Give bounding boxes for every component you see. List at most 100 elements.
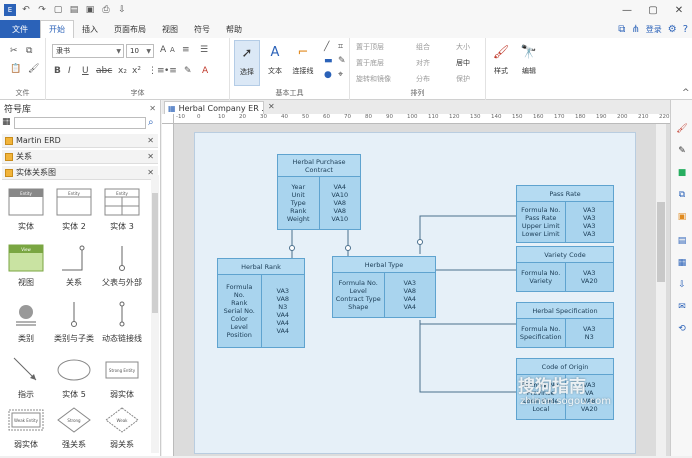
new-icon[interactable]: ▢ [52,4,64,16]
entity-herbal-specification[interactable]: Herbal Specification Formula No. Specific… [516,302,614,348]
undo-icon[interactable]: ↶ [20,4,32,16]
share-icon[interactable]: ⋔ [631,24,639,35]
align-button[interactable]: 对齐 [416,58,430,68]
shape-category[interactable]: 类别 [2,296,50,352]
image-icon[interactable]: ▣ [675,210,689,224]
list-icon[interactable]: ⋮≡ [148,66,165,76]
font-family-select[interactable]: 隶书 ▼ [52,44,124,58]
rectangle-tool-icon[interactable]: ▬ [324,56,333,66]
close-document-icon[interactable]: ✕ [268,102,275,111]
shape-entity-2[interactable]: Entity 实体 2 [50,184,98,240]
shape-entity-3[interactable]: Entity 实体 3 [98,184,146,240]
shape-parent-foreign[interactable]: 父表与外部 [98,240,146,296]
distribute-button[interactable]: 分布 [416,74,430,84]
collapse-ribbon-icon[interactable]: ^ [682,88,690,98]
rotate-mirror-button[interactable]: 旋转和镜像 [356,74,391,84]
protect-button[interactable]: 保护 [456,74,470,84]
fill-icon[interactable]: ■ [675,166,689,180]
highlight-icon[interactable]: ✎ [184,66,192,76]
tab-file[interactable]: 文件 [0,20,40,38]
tab-page-layout[interactable]: 页面布局 [106,20,154,38]
login-link[interactable]: 登录 [646,24,662,35]
line-style-icon[interactable]: ✎ [675,144,689,158]
help-icon[interactable]: ? [683,24,688,35]
size-button[interactable]: 大小 [456,42,470,52]
underline-icon[interactable]: U [82,66,89,76]
document-tab[interactable]: ▦ Herbal Company ER ... [164,101,264,114]
tab-home[interactable]: 开始 [40,20,74,38]
publish-icon[interactable]: ⧉ [618,24,625,35]
pen-tool-icon[interactable]: ✎ [338,56,346,66]
shape-view[interactable]: View 视图 [2,240,50,296]
font-shrink-icon[interactable]: A [170,46,175,54]
minimize-button[interactable]: — [614,0,640,20]
line-tool-icon[interactable]: ╱ [324,42,329,52]
print-icon[interactable]: ⎙ [100,4,112,16]
tab-insert[interactable]: 插入 [74,20,106,38]
entity-herbal-rank[interactable]: Herbal Rank Formula No. Rank Serial No. Colo… [217,258,305,348]
library-menu-icon[interactable]: ▦ [2,117,12,129]
bring-to-front-button[interactable]: 置于顶层 [356,42,384,52]
connector-type-spec[interactable] [419,320,516,325]
cut-icon[interactable]: ✂ [10,46,18,56]
send-to-back-button[interactable]: 置于底层 [356,58,384,68]
shape-entity[interactable]: Entity 实体 [2,184,50,240]
subscript-icon[interactable]: x₂ [118,66,127,76]
library-search-input[interactable] [14,117,146,129]
comment-icon[interactable]: ✉ [675,300,689,314]
tab-view[interactable]: 视图 [154,20,186,38]
copy-icon[interactable]: ⧉ [26,46,32,56]
data-icon[interactable]: ▦ [675,256,689,270]
library-scroll-thumb[interactable] [152,193,158,313]
shape-weak-entity[interactable]: Weak Entity 弱实体 [2,402,50,458]
format-painter-icon[interactable]: 🖌 [28,64,39,74]
crop-tool-icon[interactable]: ⌗ [338,42,343,52]
group-button[interactable]: 组合 [416,42,430,52]
format-painter-icon[interactable]: 🖌 [675,122,689,136]
shape-strong-relation[interactable]: Strong 强关系 [50,402,98,458]
close-window-button[interactable]: ✕ [666,0,692,20]
save-icon[interactable]: ▣ [84,4,96,16]
page-icon[interactable]: ▤ [675,234,689,248]
export-page-icon[interactable]: ⇩ [675,278,689,292]
history-icon[interactable]: ⟲ [675,322,689,336]
select-tool-button[interactable]: ➚ 选择 [234,40,260,86]
style-button[interactable]: 🖌 样式 [488,40,514,86]
strikethrough-icon[interactable]: abc [96,66,112,76]
line-spacing-icon[interactable]: ☰ [200,45,208,55]
entity-variety-code[interactable]: Variety Code Formula No. Variety VA3 VA20 [516,246,614,292]
shape-weak-relation[interactable]: Weak 弱关系 [98,402,146,458]
transform-tool-icon[interactable]: ⌖ [338,70,343,80]
shape-category-subtype[interactable]: 类别与子类 [50,296,98,352]
italic-icon[interactable]: I [68,66,71,76]
canvas-vertical-scrollbar[interactable] [656,124,666,456]
connector-type-passrate[interactable] [419,215,516,254]
close-library-icon[interactable]: ✕ [147,136,154,145]
entity-herbal-purchase-contract[interactable]: Herbal Purchase Contract Year Unit Type Ran… [277,154,361,230]
paste-icon[interactable]: 📋 [10,64,21,74]
ellipse-tool-icon[interactable]: ● [324,70,332,80]
library-item-erd[interactable]: 实体关系图 ✕ [2,166,158,180]
maximize-button[interactable]: ▢ [640,0,666,20]
superscript-icon[interactable]: x² [132,66,141,76]
edit-button[interactable]: 🔭 编辑 [516,40,542,86]
layers-icon[interactable]: ⧉ [675,188,689,202]
shape-strong-entity[interactable]: Strong Entity 弱实体 [98,352,146,408]
canvas-scroll-thumb[interactable] [657,202,665,282]
font-size-select[interactable]: 10 ▼ [126,44,154,58]
tab-help[interactable]: 帮助 [218,20,250,38]
tab-symbols[interactable]: 符号 [186,20,218,38]
font-color-icon[interactable]: A [202,66,208,76]
library-item-martin-erd[interactable]: Martin ERD ✕ [2,134,158,148]
export-icon[interactable]: ⇩ [116,4,128,16]
search-icon[interactable]: ⌕ [148,117,154,128]
shape-indicator[interactable]: 指示 [2,352,50,408]
close-panel-icon[interactable]: ✕ [149,104,156,113]
library-item-relations[interactable]: 关系 ✕ [2,150,158,164]
shape-dynamic-link[interactable]: 动态链接线 [98,296,146,352]
connector-tool-button[interactable]: ⌐ 连接线 [288,40,318,86]
entity-herbal-type[interactable]: Herbal Type Formula No. Level Contract Typ… [332,256,436,318]
entity-pass-rate[interactable]: Pass Rate Formula No. Pass Rate Upper Limi… [516,185,614,243]
align-icon[interactable]: ≡ [182,45,190,55]
font-grow-icon[interactable]: A [160,45,166,55]
